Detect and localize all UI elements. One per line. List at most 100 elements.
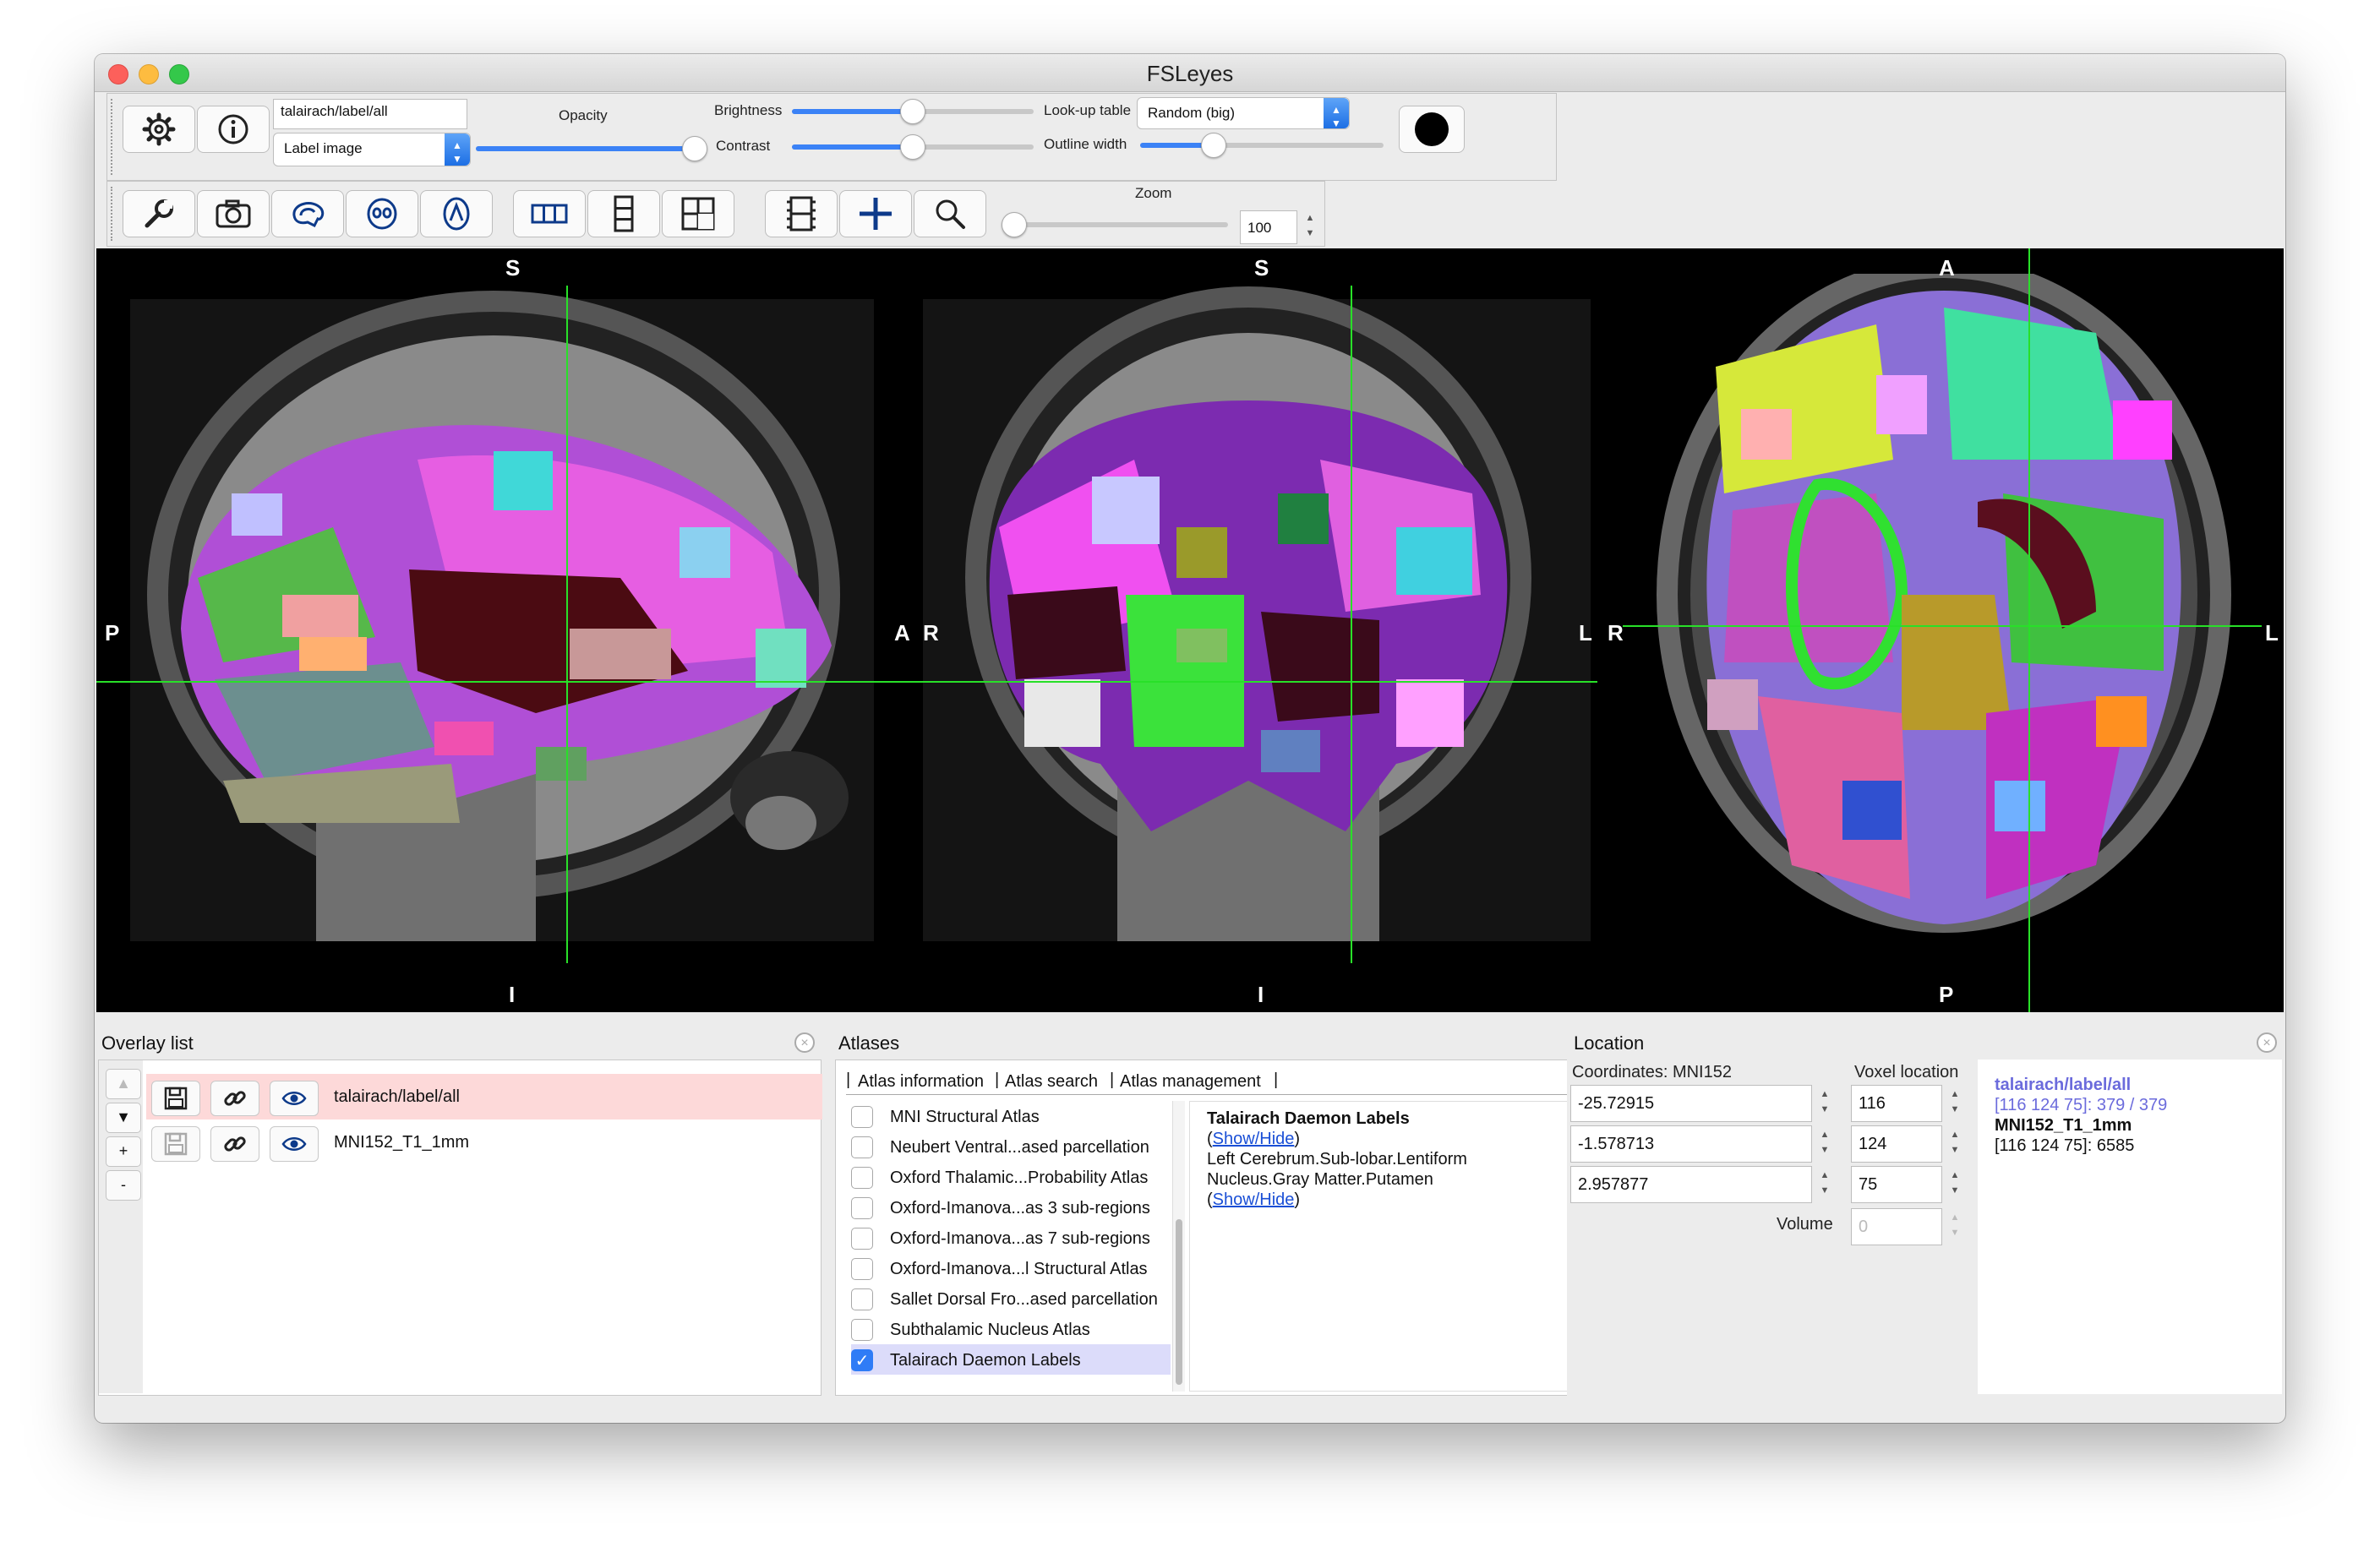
movie-mode-button[interactable] <box>765 190 838 237</box>
atlas-list: MNI Structural Atlas Neubert Ventral...a… <box>836 1101 1171 1392</box>
outline-width-label: Outline width <box>1044 136 1127 152</box>
atlas-list-item[interactable]: ✓ Talairach Daemon Labels <box>851 1344 1171 1375</box>
overlay-item[interactable]: MNI152_T1_1mm <box>146 1119 822 1165</box>
brightness-slider[interactable] <box>792 99 1034 124</box>
link-overlay-button[interactable] <box>210 1126 259 1162</box>
axial-view[interactable] <box>1623 274 2284 941</box>
layout-vertical-button[interactable] <box>587 190 660 237</box>
layout-horizontal-button[interactable] <box>513 190 586 237</box>
atlas-checkbox[interactable]: ✓ <box>851 1349 873 1371</box>
atlas-list-item[interactable]: Oxford Thalamic...Probability Atlas <box>851 1162 1172 1192</box>
tab-atlas-search[interactable]: Atlas search <box>1005 1072 1098 1092</box>
coronal-crosshair-vertical <box>1351 286 1352 963</box>
outline-width-slider[interactable] <box>1140 133 1384 158</box>
opacity-slider[interactable] <box>476 136 707 161</box>
world-x-stepper[interactable]: ▲ ▼ <box>1817 1087 1832 1120</box>
zoom-stepper[interactable]: ▲ ▼ <box>1302 210 1318 244</box>
volume-field[interactable]: 0 <box>1851 1208 1942 1245</box>
world-y-field[interactable]: -1.578713 <box>1570 1125 1812 1163</box>
colour-button[interactable] <box>1399 106 1465 153</box>
atlas-checkbox[interactable] <box>851 1288 873 1310</box>
atlas-checkbox[interactable] <box>851 1167 873 1189</box>
zoom-mode-button[interactable] <box>914 190 986 237</box>
atlas-list-scrollbar[interactable] <box>1172 1101 1185 1392</box>
contrast-slider-handle[interactable] <box>900 134 925 160</box>
save-overlay-button[interactable] <box>151 1081 200 1116</box>
toolbar-grip[interactable] <box>111 187 117 241</box>
contrast-slider[interactable] <box>792 134 1034 160</box>
info-icon <box>218 114 248 144</box>
close-icon[interactable]: × <box>2257 1032 2277 1053</box>
toggle-coronal-button[interactable] <box>346 190 418 237</box>
toggle-visibility-button[interactable] <box>270 1126 319 1162</box>
outline-width-slider-handle[interactable] <box>1201 133 1226 158</box>
tab-atlas-information[interactable]: Atlas information <box>858 1072 984 1092</box>
lut-select[interactable]: Random (big) ▲ ▼ <box>1137 97 1350 129</box>
atlas-checkbox[interactable] <box>851 1319 873 1341</box>
voxel-z-stepper[interactable]: ▲ ▼ <box>1947 1168 1962 1201</box>
world-y-stepper[interactable]: ▲ ▼ <box>1817 1127 1832 1161</box>
close-icon[interactable]: × <box>794 1032 815 1053</box>
zoom-value-field[interactable]: 100 <box>1240 210 1297 244</box>
atlas-list-item[interactable]: Oxford-Imanova...l Structural Atlas <box>851 1253 1172 1283</box>
voxel-y-field[interactable]: 124 <box>1851 1125 1942 1163</box>
brightness-slider-handle[interactable] <box>900 99 925 124</box>
tab-atlas-management[interactable]: Atlas management <box>1120 1072 1261 1092</box>
toolbar-grip[interactable] <box>111 99 117 175</box>
atlas-list-item[interactable]: Oxford-Imanova...as 3 sub-regions <box>851 1192 1172 1223</box>
world-z-field[interactable]: 2.957877 <box>1570 1166 1812 1203</box>
toggle-cursor-button[interactable] <box>839 190 912 237</box>
paren: ( <box>1207 1130 1213 1148</box>
sagittal-brain-image <box>96 274 908 941</box>
opacity-slider-handle[interactable] <box>682 136 707 161</box>
screenshot-button[interactable] <box>197 190 270 237</box>
voxel-y-stepper[interactable]: ▲ ▼ <box>1947 1127 1962 1161</box>
toggle-sagittal-button[interactable] <box>271 190 344 237</box>
coronal-view[interactable] <box>923 274 1608 941</box>
sagittal-view[interactable] <box>96 274 908 941</box>
movie-icon <box>787 196 816 232</box>
show-hide-atlas-link[interactable]: Show/Hide <box>1213 1130 1295 1148</box>
voxel-z-field[interactable]: 75 <box>1851 1166 1942 1203</box>
add-overlay-button[interactable]: + <box>106 1136 141 1167</box>
atlas-list-item[interactable]: MNI Structural Atlas <box>851 1101 1172 1131</box>
ortho-canvas[interactable]: S I P A S I R L A P R L <box>96 248 2284 1012</box>
atlas-checkbox[interactable] <box>851 1106 873 1128</box>
overlay-info-value: [116 124 75]: 6585 <box>1995 1136 2135 1155</box>
overlay-name-field[interactable]: talairach/label/all <box>273 99 467 129</box>
overlay-type-select[interactable]: Label image ▲ ▼ <box>273 133 471 166</box>
volume-stepper[interactable]: ▲ ▼ <box>1947 1210 1962 1244</box>
atlas-list-item[interactable]: Neubert Ventral...ased parcellation <box>851 1131 1172 1162</box>
overlay-item[interactable]: talairach/label/all <box>146 1074 822 1119</box>
atlas-list-item[interactable]: Sallet Dorsal Fro...ased parcellation <box>851 1283 1172 1314</box>
atlas-label-line: Left Cerebrum.Sub-lobar.Lentiform <box>1207 1150 1467 1168</box>
toggle-axial-button[interactable] <box>420 190 493 237</box>
zoom-slider[interactable] <box>1002 212 1228 237</box>
view-settings-button[interactable] <box>123 190 195 237</box>
world-z-stepper[interactable]: ▲ ▼ <box>1817 1168 1832 1201</box>
atlas-checkbox[interactable] <box>851 1228 873 1250</box>
location-info-box: talairach/label/all [116 124 75]: 379 / … <box>1978 1060 2282 1394</box>
link-overlay-button[interactable] <box>210 1081 259 1116</box>
move-overlay-up-button[interactable]: ▲ <box>106 1069 141 1099</box>
atlas-list-item[interactable]: Oxford-Imanova...as 7 sub-regions <box>851 1223 1172 1253</box>
overlay-info-button[interactable] <box>197 106 270 153</box>
atlas-checkbox[interactable] <box>851 1258 873 1280</box>
move-overlay-down-button[interactable]: ▼ <box>106 1103 141 1133</box>
atlas-show-hide-row: (Show/Hide) <box>1207 1129 1614 1149</box>
atlas-checkbox[interactable] <box>851 1136 873 1158</box>
toggle-visibility-button[interactable] <box>270 1081 319 1116</box>
voxel-x-stepper[interactable]: ▲ ▼ <box>1947 1087 1962 1120</box>
save-overlay-button[interactable] <box>151 1126 200 1162</box>
remove-overlay-button[interactable]: - <box>106 1170 141 1201</box>
voxel-x-field[interactable]: 116 <box>1851 1085 1942 1122</box>
scrollbar-thumb[interactable] <box>1176 1219 1182 1385</box>
world-x-field[interactable]: -25.72915 <box>1570 1085 1812 1122</box>
settings-button[interactable] <box>123 106 195 153</box>
atlas-checkbox[interactable] <box>851 1197 873 1219</box>
layout-grid-button[interactable] <box>662 190 734 237</box>
show-hide-label-link[interactable]: Show/Hide <box>1213 1190 1295 1209</box>
layout-grid-icon <box>681 197 715 231</box>
atlas-list-item[interactable]: Subthalamic Nucleus Atlas <box>851 1314 1172 1344</box>
zoom-slider-handle[interactable] <box>1002 212 1027 237</box>
